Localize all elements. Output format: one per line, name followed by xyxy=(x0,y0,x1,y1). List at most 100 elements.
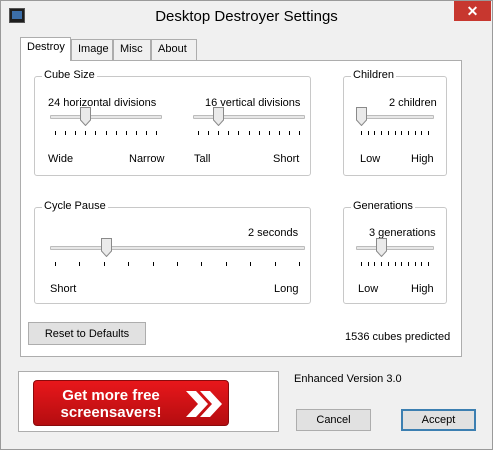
slider-tick xyxy=(75,131,76,135)
cycle-pause-group: Cycle Pause 2 seconds Short Long xyxy=(34,200,311,304)
reset-to-defaults-button[interactable]: Reset to Defaults xyxy=(28,322,146,345)
version-label: Enhanced Version 3.0 xyxy=(294,373,402,385)
tab-about[interactable]: About xyxy=(151,39,197,60)
slider-track xyxy=(193,115,305,119)
get-more-screensavers-banner[interactable]: Get more free screensavers! xyxy=(33,380,229,426)
tab-destroy[interactable]: Destroy xyxy=(20,37,71,61)
slider-tick xyxy=(395,131,396,135)
double-arrow-icon xyxy=(186,391,222,417)
title-bar: Desktop Destroyer Settings ✕ xyxy=(1,1,492,31)
slider-tick xyxy=(238,131,239,135)
slider-tick xyxy=(269,131,270,135)
slider-tick xyxy=(289,131,290,135)
slider-tick xyxy=(299,262,300,266)
slider-thumb[interactable] xyxy=(376,238,387,257)
vertical-min-label: Tall xyxy=(194,153,211,165)
slider-tick xyxy=(198,131,199,135)
cancel-button[interactable]: Cancel xyxy=(296,409,371,431)
slider-tick xyxy=(381,131,382,135)
slider-tick xyxy=(421,262,422,266)
slider-tick xyxy=(415,131,416,135)
tab-misc[interactable]: Misc xyxy=(113,39,151,60)
slider-tick xyxy=(374,131,375,135)
slider-tick xyxy=(368,262,369,266)
slider-tick xyxy=(381,262,382,266)
slider-tick xyxy=(136,131,137,135)
banner-frame: Get more free screensavers! xyxy=(18,371,279,432)
children-slider[interactable] xyxy=(356,107,434,139)
generations-group: Generations 3 generations Low High xyxy=(343,200,447,304)
generations-max-label: High xyxy=(411,283,434,295)
slider-tick xyxy=(401,262,402,266)
cycle-pause-slider[interactable] xyxy=(50,238,305,270)
slider-tick xyxy=(218,131,219,135)
banner-line-2: screensavers! xyxy=(60,404,162,421)
slider-tick xyxy=(126,131,127,135)
slider-tick xyxy=(415,262,416,266)
slider-tick xyxy=(401,131,402,135)
horizontal-divisions-slider[interactable] xyxy=(50,107,162,139)
slider-thumb[interactable] xyxy=(356,107,367,126)
slider-tick xyxy=(361,262,362,266)
slider-tick xyxy=(428,262,429,266)
slider-tick xyxy=(388,131,389,135)
slider-tick xyxy=(250,262,251,266)
cube-size-group: Cube Size 24 horizontal divisions Wide N… xyxy=(34,69,311,176)
window-title: Desktop Destroyer Settings xyxy=(155,8,338,25)
slider-tick xyxy=(104,262,105,266)
slider-track xyxy=(356,246,434,250)
slider-ticks xyxy=(55,262,300,266)
children-max-label: High xyxy=(411,153,434,165)
children-group: Children 2 children Low High xyxy=(343,69,447,176)
slider-tick xyxy=(361,131,362,135)
slider-ticks xyxy=(361,131,429,135)
cubes-predicted-status: 1536 cubes predicted xyxy=(345,331,451,343)
slider-tick xyxy=(279,131,280,135)
cycle-pause-title: Cycle Pause xyxy=(42,200,108,212)
slider-tick xyxy=(395,262,396,266)
slider-tick xyxy=(79,262,80,266)
slider-ticks xyxy=(361,262,429,266)
slider-tick xyxy=(259,131,260,135)
close-button[interactable]: ✕ xyxy=(454,1,491,21)
slider-tick xyxy=(388,262,389,266)
slider-thumb[interactable] xyxy=(101,238,112,257)
settings-window: Desktop Destroyer Settings ✕ Destroy Ima… xyxy=(0,0,493,450)
slider-tick xyxy=(55,131,56,135)
slider-tick xyxy=(228,131,229,135)
generations-slider[interactable] xyxy=(356,238,434,270)
slider-ticks xyxy=(55,131,157,135)
cycle-pause-min-label: Short xyxy=(50,283,77,295)
slider-thumb[interactable] xyxy=(213,107,224,126)
slider-track xyxy=(356,115,434,119)
banner-text: Get more free screensavers! xyxy=(46,387,176,421)
slider-tick xyxy=(65,131,66,135)
slider-tick xyxy=(226,262,227,266)
accept-button[interactable]: Accept xyxy=(401,409,476,431)
slider-thumb[interactable] xyxy=(80,107,91,126)
slider-tick xyxy=(421,131,422,135)
slider-tick xyxy=(408,262,409,266)
slider-tick xyxy=(368,131,369,135)
cycle-pause-max-label: Long xyxy=(274,283,299,295)
slider-tick xyxy=(95,131,96,135)
children-title: Children xyxy=(351,69,396,81)
horizontal-max-label: Narrow xyxy=(129,153,165,165)
generations-title: Generations xyxy=(351,200,415,212)
slider-tick xyxy=(201,262,202,266)
slider-tick xyxy=(408,131,409,135)
destroy-tab-panel: Cube Size 24 horizontal divisions Wide N… xyxy=(20,60,462,357)
slider-tick xyxy=(85,131,86,135)
slider-tick xyxy=(299,131,300,135)
slider-track xyxy=(50,246,305,250)
slider-track xyxy=(50,115,162,119)
slider-tick xyxy=(116,131,117,135)
vertical-divisions-slider[interactable] xyxy=(193,107,305,139)
slider-tick xyxy=(106,131,107,135)
banner-line-1: Get more free xyxy=(62,387,160,404)
slider-tick xyxy=(146,131,147,135)
slider-ticks xyxy=(198,131,300,135)
children-min-label: Low xyxy=(360,153,381,165)
tab-image[interactable]: Image xyxy=(71,39,113,60)
vertical-max-label: Short xyxy=(273,153,300,165)
